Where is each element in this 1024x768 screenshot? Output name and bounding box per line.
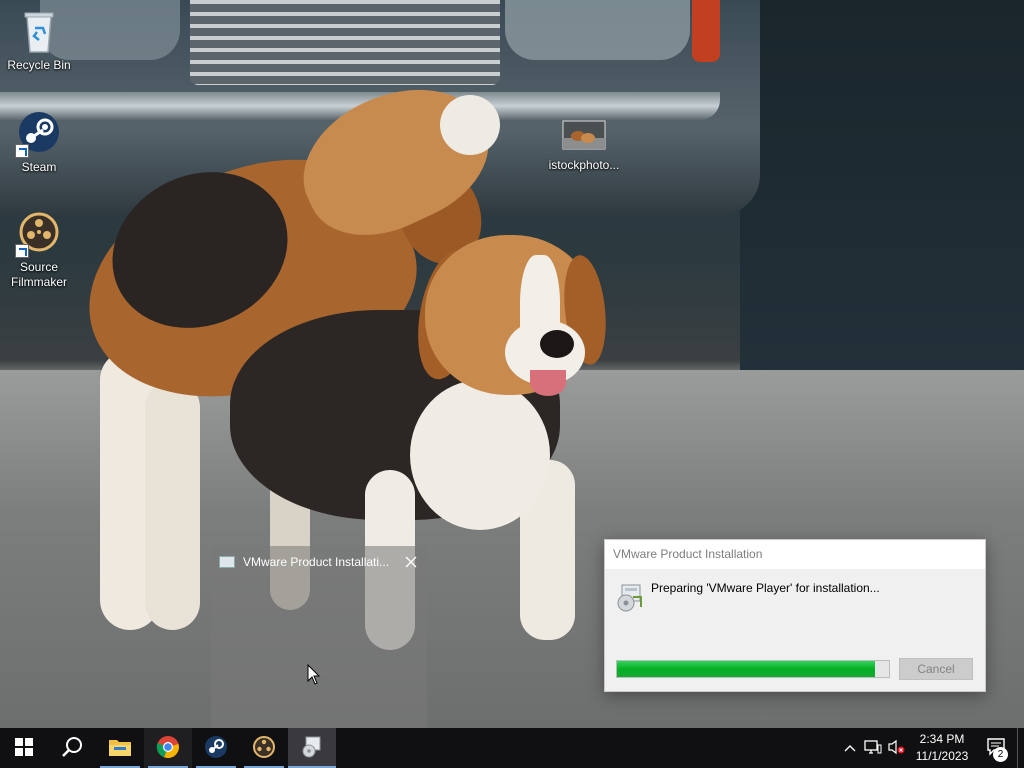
installer-icon: [301, 736, 323, 761]
progress-fill: [617, 661, 876, 677]
taskbar: 2:34 PM 11/1/2023 2: [0, 728, 1024, 768]
close-icon[interactable]: [395, 546, 427, 578]
desktop-icon-source-filmmaker[interactable]: Source Filmmaker: [1, 210, 77, 290]
installer-icon: [615, 583, 645, 613]
start-button[interactable]: [0, 728, 48, 768]
vmware-window-preview[interactable]: VMware Product Installati...: [211, 546, 427, 728]
desktop-icon-label: Source Filmmaker: [11, 260, 67, 289]
desktop-icon-label: Recycle Bin: [7, 58, 71, 72]
taskbar-file-explorer[interactable]: [96, 728, 144, 768]
system-tray: 2:34 PM 11/1/2023 2: [839, 728, 1024, 768]
taskbar-source-filmmaker[interactable]: [240, 728, 288, 768]
shortcut-arrow-icon: [15, 244, 29, 258]
clock-date: 11/1/2023: [915, 749, 969, 763]
image-file-icon: [560, 116, 608, 156]
search-icon: [61, 736, 83, 761]
desktop-icon-steam[interactable]: Steam: [1, 110, 77, 175]
vmware-install-dialog: VMware Product Installation Preparing 'V…: [604, 539, 986, 692]
recycle-bin-icon: [15, 8, 63, 56]
desktop-icon-istockphoto[interactable]: istockphoto...: [546, 116, 622, 173]
window-title: VMware Product Installati...: [243, 555, 390, 569]
dialog-title: VMware Product Installation: [605, 540, 985, 569]
mouse-cursor-icon: [307, 663, 321, 689]
window-titlebar: VMware Product Installati...: [211, 546, 427, 578]
chevron-up-icon: [844, 741, 856, 755]
chrome-icon: [156, 735, 180, 762]
volume-muted-icon: [887, 739, 905, 758]
taskbar-chrome[interactable]: [144, 728, 192, 768]
source-filmmaker-icon: [15, 210, 63, 258]
network-icon: [864, 739, 882, 758]
status-message: Preparing 'VMware Player' for installati…: [651, 581, 880, 595]
taskbar-steam[interactable]: [192, 728, 240, 768]
clock[interactable]: 2:34 PM 11/1/2023: [907, 728, 977, 768]
desktop-icon-label: istockphoto...: [548, 158, 620, 172]
shortcut-arrow-icon: [15, 144, 29, 158]
source-filmmaker-icon: [252, 735, 276, 762]
volume-tray-button[interactable]: [885, 728, 907, 768]
folder-icon: [108, 737, 132, 760]
action-center-button[interactable]: 2: [977, 728, 1017, 768]
show-desktop-button[interactable]: [1017, 728, 1024, 768]
windows-logo-icon: [15, 737, 33, 759]
desktop-icon-recycle-bin[interactable]: Recycle Bin: [1, 8, 77, 73]
install-progress-bar: [616, 660, 890, 678]
desktop-icon-label: Steam: [21, 160, 57, 174]
network-tray-button[interactable]: [861, 728, 885, 768]
clock-time: 2:34 PM: [919, 732, 965, 746]
installer-icon: [219, 556, 235, 568]
cancel-button[interactable]: Cancel: [899, 658, 973, 680]
steam-icon: [204, 735, 228, 762]
taskbar-vmware-installer[interactable]: [288, 728, 336, 768]
notification-count-badge: 2: [993, 747, 1008, 762]
search-button[interactable]: [48, 728, 96, 768]
show-hidden-icons-button[interactable]: [839, 728, 861, 768]
steam-icon: [15, 110, 63, 158]
